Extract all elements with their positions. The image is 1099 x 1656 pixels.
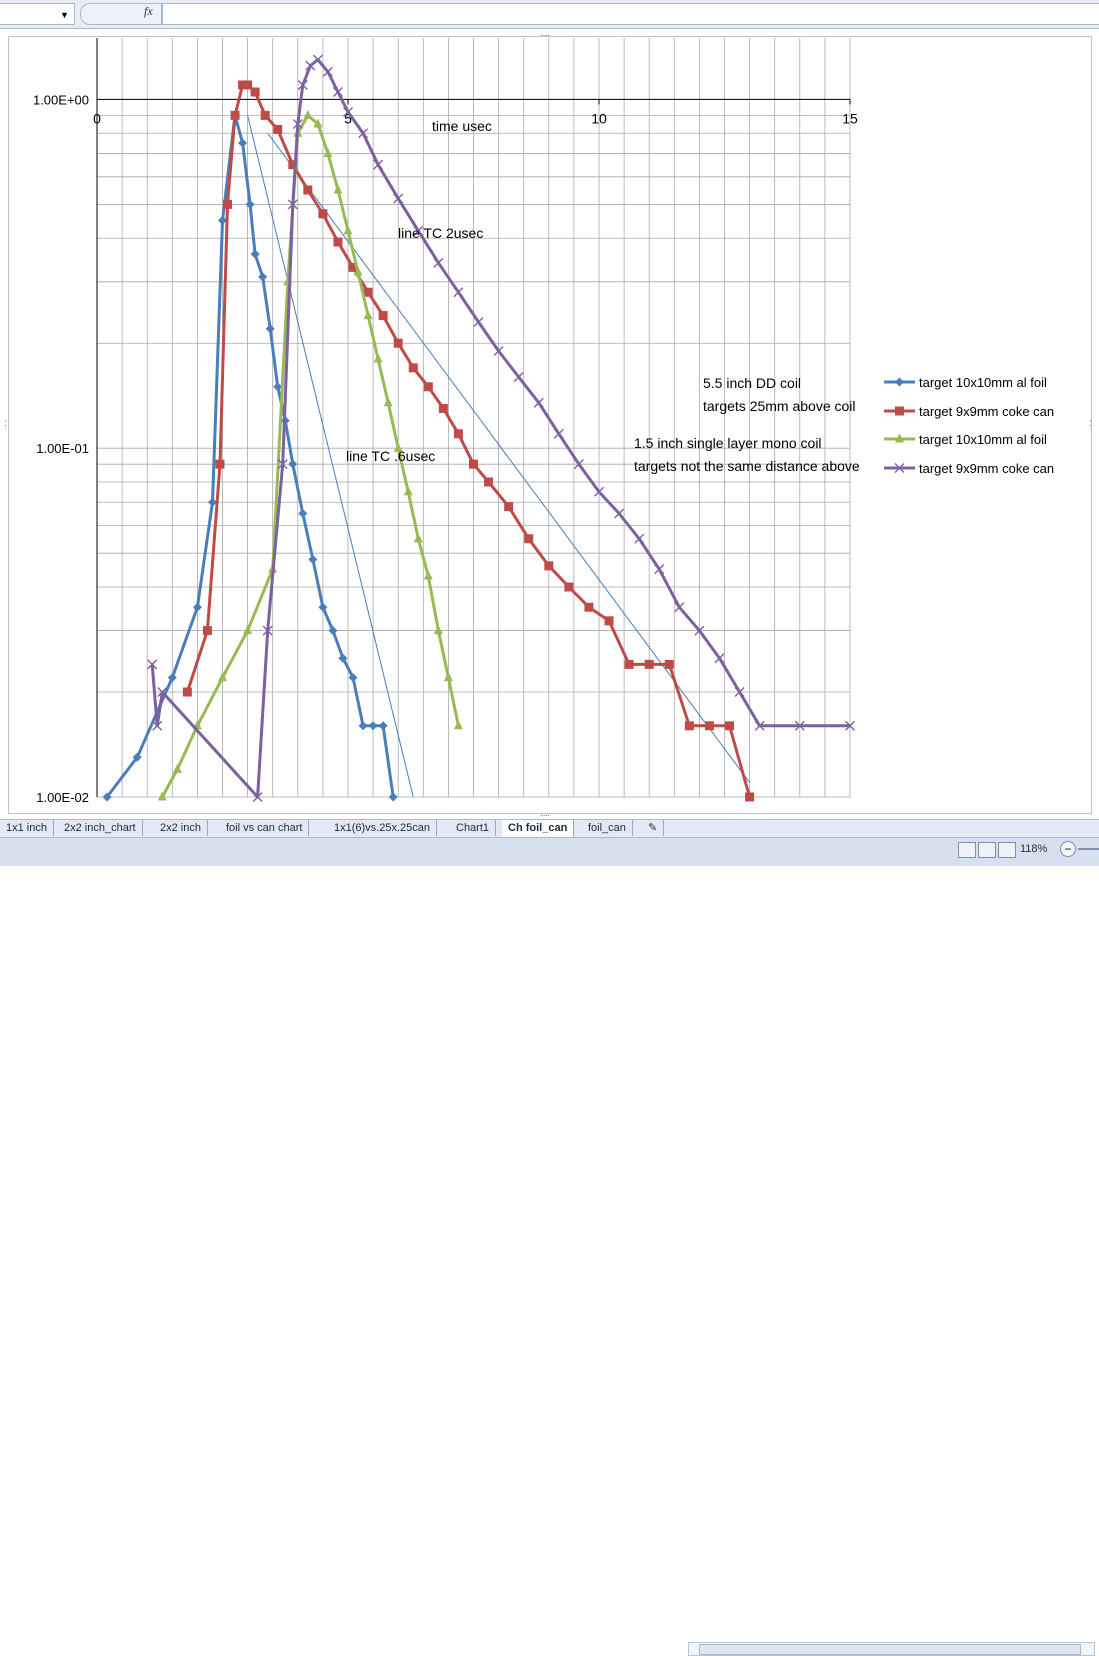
- data-point-square[interactable]: [215, 459, 225, 469]
- sheet-tab[interactable]: foil_can: [582, 820, 633, 836]
- scrollbar-thumb[interactable]: [699, 1644, 1081, 1655]
- sheet-tab[interactable]: foil vs can chart: [220, 820, 310, 836]
- x-tick-label: 15: [842, 110, 858, 126]
- horizontal-scrollbar[interactable]: [688, 1642, 1095, 1656]
- data-point-diamond[interactable]: [895, 377, 904, 387]
- data-point-square[interactable]: [684, 721, 694, 731]
- sheet-tab[interactable]: Chart1: [450, 820, 497, 836]
- data-point-square[interactable]: [333, 237, 343, 247]
- data-point-square[interactable]: [453, 429, 463, 439]
- y-tick-label: 1.00E-01: [36, 441, 89, 456]
- data-point-square[interactable]: [318, 209, 328, 219]
- chart-annotation: targets not the same distance above: [634, 458, 860, 474]
- zoom-slider[interactable]: [1078, 848, 1099, 850]
- data-point-square[interactable]: [423, 382, 433, 392]
- data-point-square[interactable]: [664, 659, 674, 669]
- formula-bar: ▼ fx: [0, 0, 1099, 29]
- chart-annotation: line TC 2usec: [398, 225, 483, 241]
- chart-annotation: time usec: [432, 118, 492, 134]
- data-point-square[interactable]: [202, 626, 212, 636]
- status-bar: 118% −: [0, 837, 1099, 866]
- fx-icon[interactable]: fx: [144, 4, 153, 19]
- zoom-out-icon[interactable]: −: [1060, 841, 1076, 857]
- data-point-square[interactable]: [378, 311, 388, 321]
- page-break-view-icon[interactable]: [998, 842, 1016, 858]
- data-point-square[interactable]: [504, 502, 514, 512]
- sheet-tab[interactable]: 2x2 inch_chart: [58, 820, 143, 836]
- chevron-down-icon[interactable]: ▼: [60, 10, 69, 20]
- sheet-tab[interactable]: 1x1 inch: [0, 820, 54, 836]
- name-box[interactable]: ▼: [0, 3, 75, 25]
- sheet-tab-active[interactable]: Ch foil_can: [502, 820, 575, 838]
- data-point-square[interactable]: [725, 721, 735, 731]
- chart-area: 1.00E+00 1.00E-01 1.00E-02 0 5 10 15 time usec l…: [0, 30, 1099, 818]
- data-point-square[interactable]: [223, 199, 233, 209]
- resize-handle-right[interactable]: :: [1089, 418, 1092, 429]
- normal-view-icon[interactable]: [958, 842, 976, 858]
- data-point-square[interactable]: [393, 338, 403, 348]
- legend-entry-label: target 9x9mm coke can: [919, 461, 1054, 476]
- data-point-square[interactable]: [584, 602, 594, 612]
- legend-entry-label: target 10x10mm al foil: [919, 432, 1047, 447]
- data-point-square[interactable]: [644, 659, 654, 669]
- data-point-square[interactable]: [544, 561, 554, 571]
- data-point-square[interactable]: [250, 87, 260, 97]
- y-tick-label: 1.00E-02: [36, 790, 89, 805]
- chart-annotation: 5.5 inch DD coil: [703, 375, 801, 391]
- chart-annotation: 1.5 inch single layer mono coil: [634, 435, 822, 451]
- chart-annotation: targets 25mm above coil: [703, 398, 856, 414]
- data-point-square[interactable]: [230, 110, 240, 120]
- data-point-square[interactable]: [438, 403, 448, 413]
- data-point-square[interactable]: [260, 110, 270, 120]
- insert-sheet-icon[interactable]: ✎: [642, 820, 665, 836]
- legend-entry-label: target 9x9mm coke can: [919, 404, 1054, 419]
- formula-input[interactable]: [162, 3, 1099, 25]
- data-point-square[interactable]: [745, 792, 755, 802]
- data-point-square[interactable]: [469, 459, 478, 469]
- data-point-square[interactable]: [895, 406, 904, 416]
- data-point-square[interactable]: [484, 477, 494, 487]
- sheet-tab[interactable]: 1x1(6)vs.25x.25can: [328, 820, 437, 836]
- data-point-square[interactable]: [624, 659, 634, 669]
- data-point-square[interactable]: [273, 124, 283, 134]
- chart-annotation: line TC .6usec: [346, 448, 435, 464]
- data-point-square[interactable]: [704, 721, 714, 731]
- x-tick-label: 10: [591, 110, 607, 126]
- x-tick-label: 0: [93, 110, 101, 126]
- y-tick-label: 1.00E+00: [33, 92, 89, 107]
- legend-entry-label: target 10x10mm al foil: [919, 375, 1047, 390]
- data-point-square[interactable]: [524, 534, 534, 544]
- data-point-square[interactable]: [303, 185, 313, 195]
- data-point-square[interactable]: [408, 363, 418, 373]
- chart-svg[interactable]: 1.00E+001.00E-011.00E-020 5 10 15time usecl…: [0, 30, 1099, 818]
- zoom-level[interactable]: 118%: [1020, 843, 1047, 855]
- data-point-square[interactable]: [182, 687, 192, 697]
- sheet-tab[interactable]: 2x2 inch: [154, 820, 208, 836]
- data-point-square[interactable]: [604, 616, 614, 626]
- resize-handle-left[interactable]: :: [4, 418, 7, 429]
- sheet-tabs-bar: 1x1 inch 2x2 inch_chart 2x2 inch foil vs…: [0, 819, 1099, 1656]
- resize-handle-top[interactable]: ····: [540, 30, 550, 41]
- data-point-square[interactable]: [564, 582, 574, 592]
- page-layout-view-icon[interactable]: [978, 842, 996, 858]
